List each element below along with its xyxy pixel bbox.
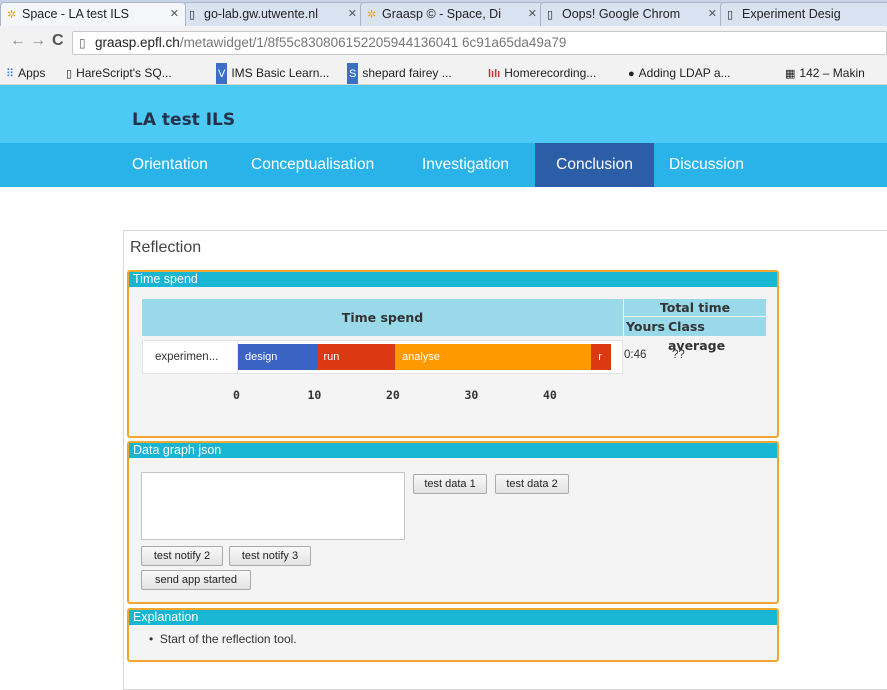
- bookmark-shepard[interactable]: Sshepard fairey ...: [347, 62, 452, 84]
- phase-tab-discussion[interactable]: Discussion: [669, 143, 744, 187]
- app-title: LA test ILS: [132, 110, 236, 130]
- time-segment-analyse: analyse: [395, 344, 592, 370]
- phase-tab-orientation[interactable]: Orientation: [132, 143, 208, 187]
- time-spend-column-header: Time spend: [142, 299, 623, 336]
- yours-column-header: Yours: [626, 319, 665, 334]
- v-logo-icon: V: [216, 63, 228, 84]
- browser-tab-experiment-design[interactable]: ▯ Experiment Desig: [720, 2, 887, 26]
- time-segment-design: design: [238, 344, 317, 370]
- s-logo-icon: S: [347, 63, 359, 84]
- total-time-header: Total time Yours Class average: [624, 299, 766, 353]
- send-app-started-button[interactable]: send app started: [141, 570, 251, 590]
- reload-icon[interactable]: C: [52, 32, 64, 50]
- time-segment-r: r: [591, 344, 611, 370]
- list-item: • Start of the reflection tool.: [149, 632, 297, 646]
- close-icon[interactable]: ✕: [528, 3, 537, 25]
- browser-tab-go-lab[interactable]: ▯ go-lab.gw.utwente.nl ✕: [182, 2, 364, 26]
- reflection-title: Reflection: [130, 239, 202, 256]
- forward-arrow-icon[interactable]: →: [30, 32, 46, 50]
- table-row: experimen... design run analyse r: [142, 340, 623, 374]
- url-host: graasp.epfl.ch: [95, 35, 180, 50]
- bookmark-apps[interactable]: ⠿ Apps: [6, 62, 46, 84]
- explanation-panel-title: Explanation: [129, 610, 777, 625]
- page-icon: ▯: [79, 36, 86, 50]
- axis-tick-label: 0: [233, 388, 240, 402]
- json-textarea[interactable]: [141, 472, 405, 540]
- page-icon: ▯: [547, 9, 554, 21]
- test-data-2-button[interactable]: test data 2: [495, 474, 569, 494]
- activity-label: experimen...: [155, 351, 219, 363]
- phase-tab-conclusion[interactable]: Conclusion: [535, 143, 654, 187]
- browser-tab-space-la-test-ils[interactable]: ✲ Space - LA test ILS ✕: [0, 2, 186, 26]
- data-graph-panel-title: Data graph json: [129, 443, 777, 458]
- tab-label: Experiment Desig: [742, 7, 841, 21]
- bookmark-label: Homerecording...: [504, 66, 597, 80]
- bookmark-label: IMS Basic Learn...: [231, 66, 330, 80]
- tab-label: Space - LA test ILS: [22, 7, 130, 21]
- address-bar: ← → C ▯ graasp.epfl.ch/metawidget/1/8f55c…: [0, 26, 887, 63]
- yours-time-value: 0:46: [624, 349, 647, 361]
- bookmark-label: HareScript's SQ...: [76, 66, 172, 80]
- data-graph-json-panel: Data graph json test data 1 test data 2 …: [127, 441, 779, 604]
- explanation-text: Start of the reflection tool.: [159, 632, 297, 646]
- axis-tick-label: 20: [386, 388, 400, 402]
- close-icon[interactable]: ✕: [170, 3, 179, 25]
- browser-tab-strip: ✲ Space - LA test ILS ✕ ▯ go-lab.gw.utwent…: [0, 0, 887, 26]
- graasp-icon: ✲: [367, 9, 377, 21]
- back-arrow-icon[interactable]: ←: [10, 32, 26, 50]
- bookmarks-bar: ⠿ Apps ▯ HareScript's SQ... V IMS Basic Lea…: [0, 62, 887, 85]
- bars-logo-icon: lılı: [488, 68, 501, 80]
- bookmark-harescript[interactable]: ▯ HareScript's SQ...: [66, 62, 172, 84]
- bookmark-label: shepard fairey ...: [362, 66, 452, 80]
- browser-tab-graasp[interactable]: ✲ Graasp © - Space, Di ✕: [360, 2, 544, 26]
- ut-logo-icon: ●: [628, 68, 635, 80]
- url-path: /metawidget/1/8f55c830806152205944136041…: [179, 35, 567, 50]
- reflection-widget: Reflection Time spend Time spend Total t…: [123, 230, 887, 690]
- phase-tab-conceptualisation[interactable]: Conceptualisation: [251, 143, 374, 187]
- browser-tab-oops[interactable]: ▯ Oops! Google Chrom ✕: [540, 2, 724, 26]
- page-icon: ▯: [727, 9, 734, 21]
- bookmark-label: 142 – Makin: [799, 66, 865, 80]
- total-time-subheader: Yours Class average: [624, 317, 766, 353]
- bookmark-label: Adding LDAP a...: [638, 66, 731, 80]
- close-icon[interactable]: ✕: [348, 3, 357, 25]
- axis-tick-label: 30: [464, 388, 479, 402]
- tab-label: Oops! Google Chrom: [562, 7, 681, 21]
- bookmark-homerecording[interactable]: lılı Homerecording...: [488, 62, 597, 84]
- axis-tick-label: 40: [543, 388, 557, 402]
- test-notify-3-button[interactable]: test notify 3: [229, 546, 311, 566]
- bookmark-142[interactable]: ▦ 142 – Makin: [785, 62, 865, 84]
- url-input[interactable]: ▯ graasp.epfl.ch/metawidget/1/8f55c830806…: [72, 31, 887, 55]
- test-data-1-button[interactable]: test data 1: [413, 474, 487, 494]
- close-icon[interactable]: ✕: [708, 3, 717, 25]
- graasp-icon: ✲: [7, 9, 17, 21]
- time-spend-panel: Time spend Time spend Total time Yours C…: [127, 270, 779, 438]
- page-icon: ▯: [189, 9, 196, 21]
- time-spend-panel-title: Time spend: [129, 272, 777, 287]
- phase-nav: Orientation Conceptualisation Investigat…: [0, 143, 887, 187]
- page-icon: ▯: [66, 68, 73, 80]
- time-segment-run: run: [316, 344, 395, 370]
- bookmark-ldap[interactable]: ● Adding LDAP a...: [628, 62, 731, 84]
- tab-label: go-lab.gw.utwente.nl: [204, 7, 318, 21]
- class-average-value: ??: [672, 349, 685, 361]
- explanation-panel: Explanation • Start of the reflection to…: [127, 608, 779, 662]
- bookmark-ims[interactable]: V IMS Basic Learn...: [216, 62, 330, 84]
- tab-label: Graasp © - Space, Di: [382, 7, 501, 21]
- bookmark-label: Apps: [18, 66, 46, 80]
- test-notify-2-button[interactable]: test notify 2: [141, 546, 223, 566]
- grid-logo-icon: ▦: [785, 68, 796, 80]
- apps-grid-icon: ⠿: [6, 68, 15, 80]
- axis-tick-label: 10: [307, 388, 322, 402]
- app-header: LA test ILS: [0, 85, 887, 143]
- total-time-title: Total time: [624, 299, 766, 316]
- phase-tab-investigation[interactable]: Investigation: [422, 143, 509, 187]
